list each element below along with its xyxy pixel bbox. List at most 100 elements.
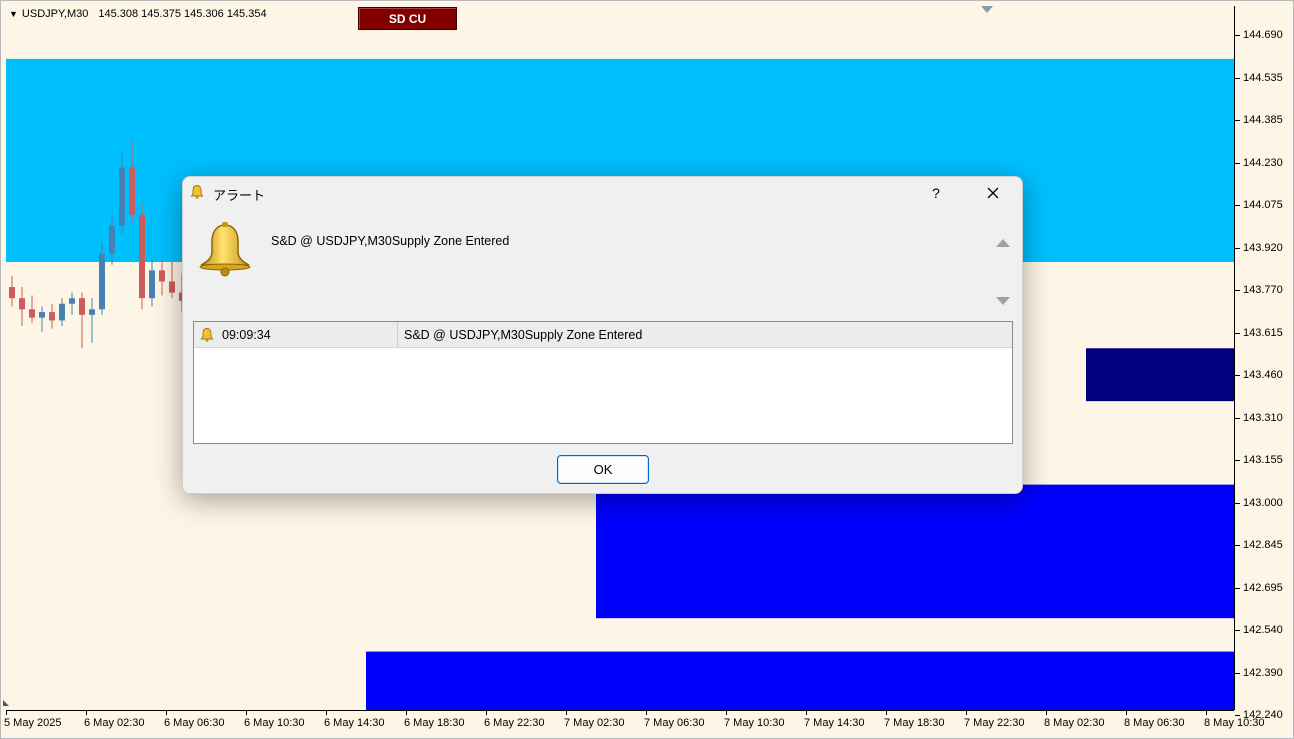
- time-tick: [486, 711, 487, 715]
- candle-body: [19, 298, 25, 310]
- time-tick: [806, 711, 807, 715]
- scroll-down-icon[interactable]: [996, 297, 1010, 305]
- price-label: 142.695: [1243, 581, 1283, 594]
- price-label: 144.535: [1243, 71, 1283, 84]
- candle-body: [129, 167, 135, 215]
- candle-body: [69, 298, 75, 304]
- message-scrollbar[interactable]: [992, 233, 1014, 313]
- price-tick: [1235, 162, 1240, 164]
- scroll-up-icon[interactable]: [996, 239, 1010, 247]
- time-tick: [1206, 711, 1207, 715]
- help-button[interactable]: ?: [918, 177, 954, 209]
- time-label: 7 May 10:30: [724, 717, 785, 729]
- time-label: 8 May 06:30: [1124, 717, 1185, 729]
- time-label: 7 May 14:30: [804, 717, 865, 729]
- sd-zone-4: [1086, 348, 1234, 402]
- alert-dialog: アラート ? S&D @ USDJPY,M30Supply Zone Enter…: [182, 176, 1023, 494]
- candle-body: [29, 309, 35, 318]
- list-item[interactable]: 09:09:34 S&D @ USDJPY,M30Supply Zone Ent…: [194, 322, 1012, 348]
- time-tick: [246, 711, 247, 715]
- candle-body: [159, 270, 165, 282]
- candle-body: [119, 167, 125, 226]
- sd-zone-2: [596, 484, 1234, 619]
- time-label: 6 May 06:30: [164, 717, 225, 729]
- candle-body: [9, 287, 15, 299]
- price-label: 144.385: [1243, 114, 1283, 126]
- candle-body: [139, 214, 145, 299]
- symbol-label: USDJPY,M30: [21, 8, 89, 20]
- time-tick: [86, 711, 87, 715]
- candle-body: [109, 225, 115, 254]
- candle-body: [39, 312, 45, 318]
- price-tick: [1235, 35, 1240, 36]
- price-tick: [1235, 587, 1240, 589]
- price-tick: [1235, 205, 1240, 206]
- price-label: 142.540: [1243, 624, 1283, 636]
- time-label: 7 May 18:30: [884, 717, 945, 729]
- price-label: 143.920: [1243, 241, 1283, 254]
- time-tick: [326, 711, 327, 715]
- price-label: 143.155: [1243, 454, 1283, 466]
- candle-body: [79, 298, 85, 315]
- time-label: 8 May 02:30: [1044, 717, 1105, 729]
- time-label: 7 May 22:30: [964, 717, 1025, 729]
- time-tick: [886, 711, 887, 715]
- time-axis[interactable]: 5 May 2025 6 May 02:30 6 May 06:30 6 May 10…: [4, 710, 1265, 738]
- price-label: 143.770: [1243, 284, 1283, 296]
- time-label: 6 May 18:30: [404, 717, 465, 729]
- price-axis[interactable]: 144.690 144.535 144.385 144.230 144.075 143.9…: [1234, 6, 1293, 721]
- close-icon: [987, 187, 999, 199]
- alert-history-list[interactable]: 09:09:34 S&D @ USDJPY,M30Supply Zone Ent…: [193, 321, 1013, 444]
- symbol-header[interactable]: ▼ USDJPY,M30 145.308 145.375 145.306 145…: [9, 8, 267, 20]
- price-label: 142.845: [1243, 539, 1283, 551]
- ok-button[interactable]: OK: [557, 455, 649, 484]
- alert-message: S&D @ USDJPY,M30Supply Zone Entered: [271, 234, 510, 248]
- dialog-titlebar[interactable]: アラート ?: [183, 177, 1022, 209]
- time-label: 6 May 02:30: [84, 717, 145, 729]
- ohlc-values: 145.308 145.375 145.306 145.354: [98, 8, 267, 20]
- bell-icon: [200, 328, 214, 342]
- price-tick: [1235, 417, 1240, 419]
- price-label: 144.075: [1243, 199, 1283, 211]
- time-tick: [406, 711, 407, 715]
- time-tick: [1046, 711, 1047, 715]
- price-tick: [1235, 715, 1240, 716]
- candle-body: [169, 281, 175, 293]
- time-tick: [6, 711, 7, 715]
- price-label: 143.460: [1243, 369, 1283, 381]
- price-label: 143.615: [1243, 326, 1283, 339]
- bell-icon: [190, 185, 204, 199]
- time-tick: [166, 711, 167, 715]
- time-tick: [726, 711, 727, 715]
- time-tick: [646, 711, 647, 715]
- column-divider: [397, 322, 398, 347]
- time-label: 6 May 22:30: [484, 717, 545, 729]
- sd-cu-button[interactable]: SD CU: [358, 7, 457, 30]
- chart-shift-marker-icon[interactable]: [981, 6, 993, 13]
- price-tick: [1235, 332, 1240, 334]
- candle-body: [149, 270, 155, 299]
- price-tick: [1235, 460, 1240, 461]
- dialog-title: アラート: [213, 188, 266, 203]
- price-tick: [1235, 672, 1240, 674]
- candle-body: [59, 303, 65, 321]
- price-tick: [1235, 630, 1240, 631]
- price-tick: [1235, 502, 1240, 504]
- trading-platform-window: ▼ USDJPY,M30 145.308 145.375 145.306 145…: [0, 0, 1294, 739]
- price-tick: [1235, 375, 1240, 376]
- close-button[interactable]: [971, 177, 1015, 209]
- time-label: 8 May 10:30: [1204, 717, 1265, 729]
- candle-body: [49, 312, 55, 321]
- time-tick: [1126, 711, 1127, 715]
- time-label: 7 May 06:30: [644, 717, 705, 729]
- dropdown-triangle-icon[interactable]: ▼: [9, 9, 18, 19]
- price-tick: [1235, 545, 1240, 546]
- time-tick: [566, 711, 567, 715]
- time-label: 6 May 14:30: [324, 717, 385, 729]
- time-label: 7 May 02:30: [564, 717, 625, 729]
- scroll-corner-icon: [3, 700, 9, 706]
- price-tick: [1235, 290, 1240, 291]
- price-label: 144.690: [1243, 29, 1283, 41]
- alert-list-message: S&D @ USDJPY,M30Supply Zone Entered: [404, 328, 643, 342]
- price-label: 142.390: [1243, 666, 1283, 679]
